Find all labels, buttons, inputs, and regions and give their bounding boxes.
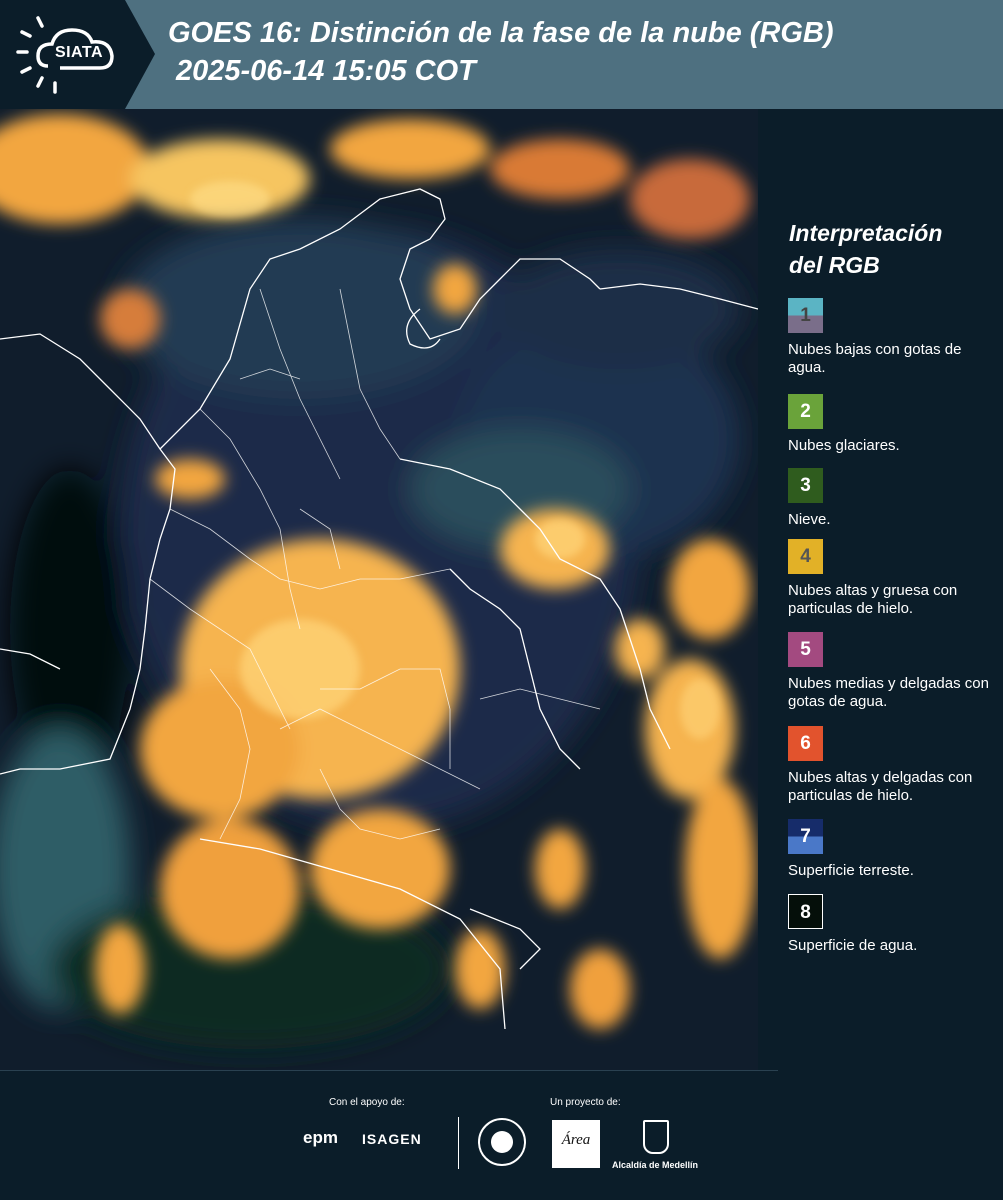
legend-label-4: Nubes altas y gruesa con particulas de h… xyxy=(788,582,958,617)
siata-logo: SIATA xyxy=(0,0,155,109)
isagen-logo: ISAGEN xyxy=(362,1131,422,1147)
footer-rule xyxy=(0,1070,778,1071)
project-label: Un proyecto de: xyxy=(550,1097,621,1108)
title-line-2: 2025-06-14 15:05 COT xyxy=(176,55,476,87)
legend-swatch-1: 1 xyxy=(788,298,823,333)
legend-label-7: Superficie terreste. xyxy=(788,862,914,879)
legend-item-5: 5 Nubes medias y delgadas con gotas de a… xyxy=(788,632,998,711)
legend-item-6: 6 Nubes altas y delgadas con particulas … xyxy=(788,726,998,805)
legend-number-2: 2 xyxy=(800,401,811,422)
legend-number-7: 7 xyxy=(800,826,811,847)
area-metropolitana-logo: Área xyxy=(552,1120,600,1168)
title-line-1: GOES 16: Distinción de la fase de la nub… xyxy=(168,17,834,49)
legend-number-1: 1 xyxy=(800,305,811,326)
legend-title-line-2: del RGB xyxy=(789,252,880,278)
legend-swatch-3: 3 xyxy=(788,468,823,503)
legend-label-3: Nieve. xyxy=(788,511,831,528)
legend-swatch-8: 8 xyxy=(788,894,823,929)
legend-label-5: Nubes medias y delgadas con gotas de agu… xyxy=(788,675,989,710)
legend-swatch-6: 6 xyxy=(788,726,823,761)
alcaldia-crest-icon xyxy=(643,1120,669,1154)
rgb-legend: Interpretación del RGB 1 Nubes bajas con… xyxy=(776,109,1003,1070)
metropolitan-seal-logo xyxy=(478,1118,526,1166)
legend-swatch-4: 4 xyxy=(788,539,823,574)
map-canvas xyxy=(0,109,758,1070)
support-label: Con el apoyo de: xyxy=(329,1097,405,1108)
legend-item-4: 4 Nubes altas y gruesa con particulas de… xyxy=(788,539,998,618)
page-title: GOES 16: Distinción de la fase de la nub… xyxy=(168,14,834,90)
epm-logo: epm xyxy=(303,1128,338,1147)
legend-swatch-2: 2 xyxy=(788,394,823,429)
header-bar: SIATA GOES 16: Distinción de la fase de … xyxy=(0,0,1003,109)
legend-title-line-1: Interpretación xyxy=(789,220,943,246)
legend-item-7: 7 Superficie terreste. xyxy=(788,819,998,880)
legend-number-8: 8 xyxy=(800,902,811,923)
legend-label-8: Superficie de agua. xyxy=(788,937,918,954)
legend-label-1: Nubes bajas con gotas de agua. xyxy=(788,341,962,376)
legend-number-4: 4 xyxy=(800,546,811,567)
satellite-rgb-map[interactable] xyxy=(0,109,758,1070)
alcaldia-label: Alcaldía de Medellín xyxy=(612,1160,699,1170)
legend-title: Interpretación del RGB xyxy=(789,217,942,281)
legend-item-8: 8 Superficie de agua. xyxy=(788,894,998,955)
legend-swatch-7: 7 xyxy=(788,819,823,854)
legend-item-2: 2 Nubes glaciares. xyxy=(788,394,998,455)
legend-item-1: 1 Nubes bajas con gotas de agua. xyxy=(788,298,998,377)
legend-item-3: 3 Nieve. xyxy=(788,468,998,529)
legend-label-6: Nubes altas y delgadas con particulas de… xyxy=(788,769,973,804)
logo-text: SIATA xyxy=(54,44,104,61)
footer-divider xyxy=(458,1117,459,1169)
legend-label-2: Nubes glaciares. xyxy=(788,437,900,454)
legend-number-3: 3 xyxy=(800,475,811,496)
area-logo-text: Área xyxy=(561,1132,591,1148)
legend-number-6: 6 xyxy=(800,733,811,754)
legend-swatch-5: 5 xyxy=(788,632,823,667)
seal-icon xyxy=(491,1131,513,1153)
legend-number-5: 5 xyxy=(800,639,811,660)
